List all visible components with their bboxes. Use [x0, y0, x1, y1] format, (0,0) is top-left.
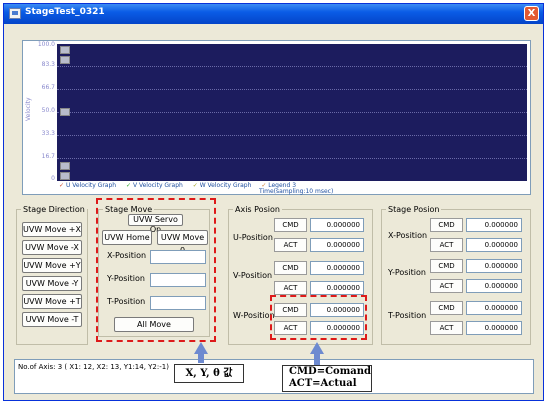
xyt-callout: X, Y, θ 값: [174, 364, 244, 383]
u-act-value: 0.000000: [310, 238, 364, 252]
grid-line: [57, 66, 527, 67]
y-tick-label: 33.3: [41, 130, 55, 137]
stage-x-act-tag: ACT: [430, 238, 463, 252]
x-axis-title: Time(sampling:10 msec): [259, 188, 334, 195]
scroll-handle[interactable]: [60, 46, 70, 54]
main-window: StageTest_0321 X 100.0 83.3 66.7 50.0 33…: [3, 3, 544, 401]
stage-y-cmd-value: 0.000000: [466, 259, 522, 273]
stage-y-position-label: Y-Position: [388, 268, 426, 277]
stage-y-act-tag: ACT: [430, 279, 463, 293]
y-tick-label: 100.0: [37, 41, 55, 48]
v-position-label: V-Position: [233, 271, 273, 280]
callout-arrow-stem: [314, 353, 320, 365]
grid-line: [57, 89, 527, 90]
grid-line: [57, 135, 527, 136]
move-minus-t-button[interactable]: UVW Move -T: [22, 312, 82, 327]
y-tick-label: 83.3: [41, 61, 55, 68]
move-plus-x-button[interactable]: UVW Move +X: [22, 222, 82, 237]
y-axis-title: Velocity: [25, 97, 32, 121]
v-cmd-value: 0.000000: [310, 261, 364, 275]
callout-arrow-stem: [198, 353, 204, 363]
u-cmd-value: 0.000000: [310, 218, 364, 232]
plot-area: [57, 44, 527, 181]
stage-position-title: Stage Posion: [388, 205, 440, 214]
app-icon: [9, 8, 21, 19]
stage-t-position-label: T-Position: [388, 311, 427, 320]
legend-u-velocity: ✓ U Velocity Graph: [59, 182, 117, 189]
stage-move-highlight: [96, 198, 216, 342]
grid-line: [57, 158, 527, 159]
legend-w-velocity: ✓ W Velocity Graph: [192, 182, 252, 189]
w-position-label: W-Position: [233, 311, 275, 320]
move-minus-x-button[interactable]: UVW Move -X: [22, 240, 82, 255]
grid-line: [57, 112, 527, 113]
axis-position-title: Axis Posion: [235, 205, 280, 214]
scroll-handle[interactable]: [60, 162, 70, 170]
u-cmd-tag: CMD: [274, 218, 307, 232]
move-minus-y-button[interactable]: UVW Move -Y: [22, 276, 82, 291]
stage-x-position-label: X-Position: [388, 231, 428, 240]
window-title: StageTest_0321: [25, 7, 105, 17]
stage-t-act-tag: ACT: [430, 321, 463, 335]
stage-y-act-value: 0.000000: [466, 279, 522, 293]
scroll-handle[interactable]: [60, 56, 70, 64]
scroll-handle[interactable]: [60, 172, 70, 180]
v-cmd-tag: CMD: [274, 261, 307, 275]
close-button[interactable]: X: [524, 6, 539, 21]
y-tick-label: 0: [51, 175, 55, 182]
v-act-value: 0.000000: [310, 281, 364, 295]
velocity-graph: 100.0 83.3 66.7 50.0 33.3 16.7 0 Velocit…: [22, 40, 531, 195]
move-plus-t-button[interactable]: UVW Move +T: [22, 294, 82, 309]
v-act-tag: ACT: [274, 281, 307, 295]
u-position-label: U-Position: [233, 233, 273, 242]
cmd-act-callout: CMD=Comand ACT=Actual: [282, 365, 372, 392]
stage-t-act-value: 0.000000: [466, 321, 522, 335]
stage-x-cmd-tag: CMD: [430, 218, 463, 232]
act-definition: ACT=Actual: [289, 378, 357, 389]
y-tick-label: 16.7: [41, 153, 55, 160]
stage-x-act-value: 0.000000: [466, 238, 522, 252]
u-act-tag: ACT: [274, 238, 307, 252]
legend-v-velocity: ✓ V Velocity Graph: [126, 182, 183, 189]
stage-direction-title: Stage Direction: [23, 205, 85, 214]
scroll-handle[interactable]: [60, 108, 70, 116]
stage-x-cmd-value: 0.000000: [466, 218, 522, 232]
title-bar: StageTest_0321 X: [4, 4, 543, 24]
move-plus-y-button[interactable]: UVW Move +Y: [22, 258, 82, 273]
status-textbox[interactable]: No.of Axis: 3 ( X1: 12, X2: 13, Y1:14, Y…: [14, 359, 534, 394]
stage-t-cmd-tag: CMD: [430, 301, 463, 315]
cmd-definition: CMD=Comand: [289, 366, 372, 377]
stage-y-cmd-tag: CMD: [430, 259, 463, 273]
cmd-act-highlight: [270, 295, 367, 340]
y-tick-label: 66.7: [41, 84, 55, 91]
stage-t-cmd-value: 0.000000: [466, 301, 522, 315]
